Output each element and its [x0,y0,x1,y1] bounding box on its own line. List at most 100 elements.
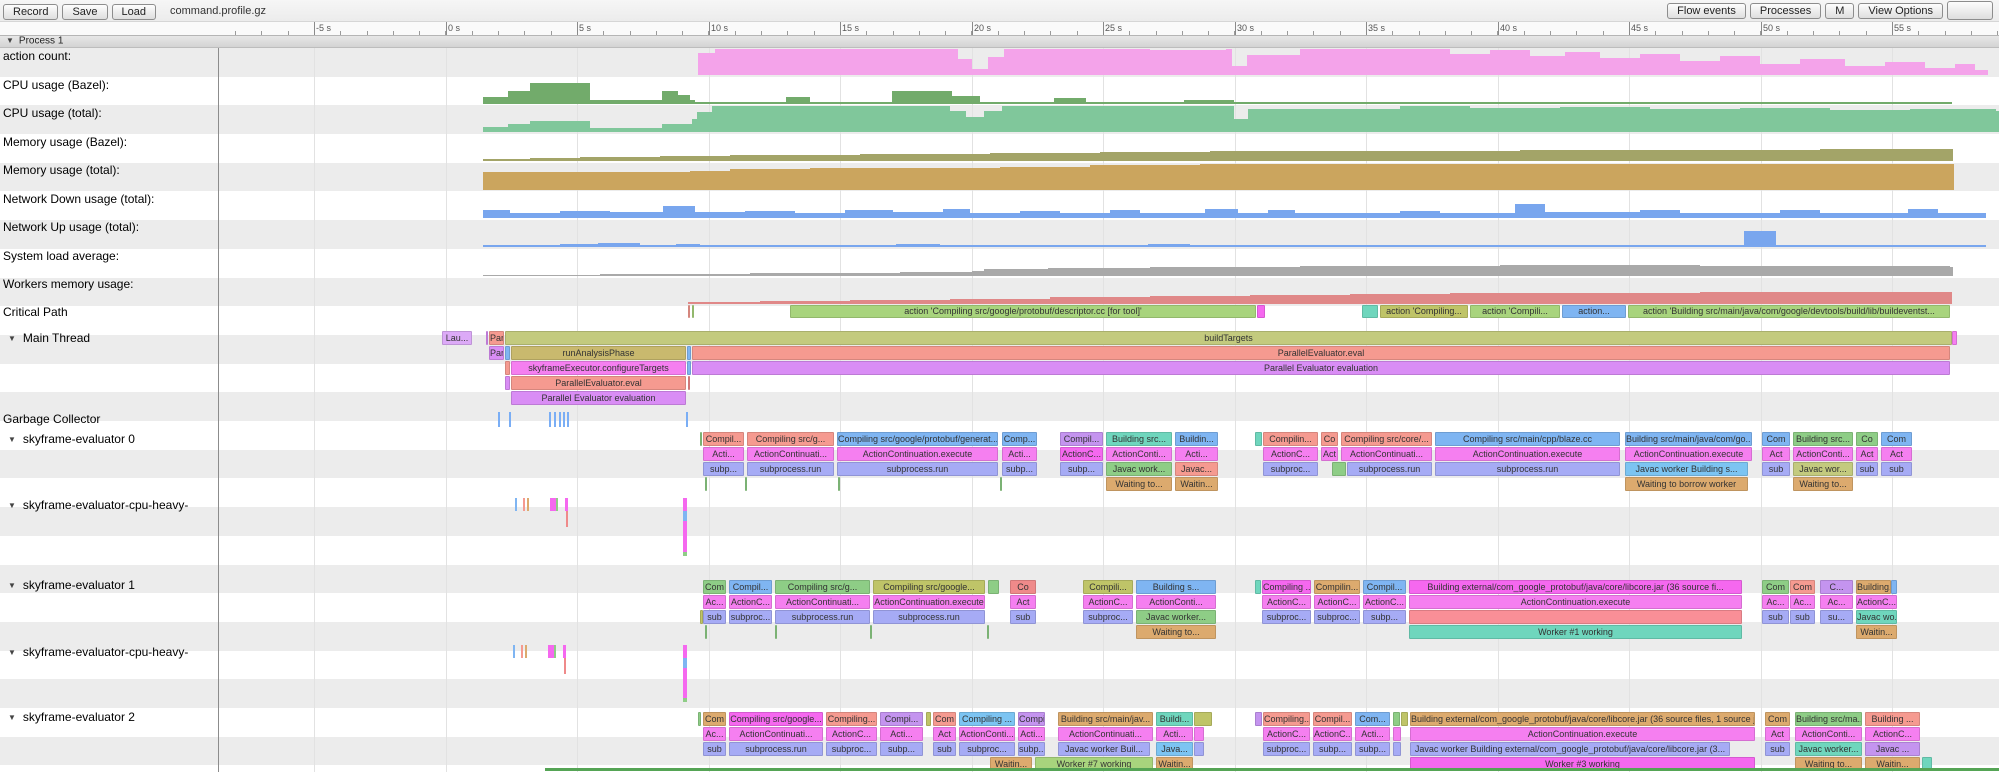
trace-block[interactable] [745,477,747,491]
trace-block[interactable]: ActionContinuati... [747,447,834,461]
row-label-skyframe-evaluator-2[interactable]: ▼skyframe-evaluator 2 [3,711,135,724]
trace-block[interactable]: skyframeExecutor.configureTargets [511,361,686,375]
trace-block[interactable]: Lau... [442,331,472,345]
trace-block[interactable]: Ac... [1790,595,1815,609]
trace-block[interactable]: subproc... [1262,610,1311,624]
trace-block[interactable]: su... [1820,610,1853,624]
tick-mark[interactable] [523,498,525,511]
trace-block[interactable]: subprocess.run [1435,462,1620,476]
trace-block[interactable]: sub [703,742,726,756]
trace-block[interactable]: subp... [1313,742,1352,756]
trace-block[interactable]: Javac worker... [1795,742,1862,756]
trace-block[interactable]: Compiling src/google... [873,580,985,594]
trace-block[interactable] [700,432,702,446]
flow-events-button[interactable]: Flow events [1667,3,1746,19]
trace-block[interactable]: Compiling ... [1262,580,1311,594]
tick-mark[interactable] [559,412,561,427]
trace-block[interactable]: Javac wor... [1793,462,1853,476]
tick-mark[interactable] [515,498,517,511]
trace-block[interactable]: Javac wo... [1856,610,1897,624]
tick-mark[interactable] [527,498,529,511]
trace-block[interactable]: Acti... [1156,727,1193,741]
trace-block[interactable]: sub [933,742,956,756]
trace-block[interactable]: Building external/com_google_protobuf/ja… [1410,712,1755,726]
extra-button[interactable] [1947,1,1993,20]
trace-block[interactable]: ActionConti... [959,727,1015,741]
trace-block[interactable]: ActionContinuati... [1341,447,1432,461]
trace-block[interactable]: Com [1765,712,1790,726]
trace-block[interactable]: runAnalysisPhase [511,346,686,360]
trace-block[interactable]: Co [1010,580,1036,594]
trace-block[interactable]: ActionContinuation.execute [1625,447,1752,461]
trace-block[interactable]: Building ... [1865,712,1920,726]
trace-block[interactable] [838,477,840,491]
processes-button[interactable]: Processes [1750,3,1821,19]
trace-block[interactable]: Compiling src/main/cpp/blaze.cc [1435,432,1620,446]
trace-block[interactable]: Compiling ... [959,712,1015,726]
tick-mark[interactable] [683,552,687,556]
trace-block[interactable] [1401,712,1408,726]
trace-block[interactable]: ActionContinuation.execute [1409,595,1742,609]
trace-block[interactable]: Compiling... [1263,712,1310,726]
trace-block[interactable]: ActionConti... [1795,727,1862,741]
trace-block[interactable]: Building src/main/java/com/go... [1625,432,1752,446]
trace-block[interactable]: Acti... [1175,447,1218,461]
trace-block[interactable] [1194,727,1204,741]
trace-block[interactable]: subproc... [1263,742,1310,756]
time-ruler[interactable]: -5 s0 s5 s10 s15 s20 s25 s30 s35 s40 s45… [0,22,1999,36]
trace-block[interactable]: Building external/com_google_protobuf/ja… [1409,580,1742,594]
trace-block[interactable]: Ac... [703,727,726,741]
trace-block[interactable]: subproc... [826,742,877,756]
trace-block[interactable]: Act [1765,727,1790,741]
trace-block[interactable]: Acti... [1355,727,1390,741]
trace-block[interactable] [1362,305,1378,318]
trace-block[interactable]: ActionC... [1263,727,1310,741]
trace-block[interactable]: Compil... [703,432,744,446]
trace-block[interactable]: ActionContinuati... [729,727,823,741]
trace-block[interactable]: ActionConti... [1793,447,1853,461]
trace-block[interactable] [1891,580,1897,594]
trace-block[interactable]: sub [703,610,726,624]
tick-mark[interactable] [498,412,500,427]
tick-mark[interactable] [683,511,687,521]
trace-block[interactable]: subprocess.run [729,742,823,756]
trace-block[interactable]: Compiling src/google... [729,712,823,726]
trace-block[interactable]: Compili... [1083,580,1133,594]
trace-block[interactable]: subp... [1002,462,1037,476]
trace-block[interactable]: Compiling src/core/... [1341,432,1432,446]
trace-block[interactable] [698,712,701,726]
trace-block[interactable]: Acti... [1018,727,1045,741]
trace-block[interactable] [692,305,694,318]
trace-block[interactable]: Co [1856,432,1878,446]
trace-block[interactable]: Compiling... [826,712,877,726]
trace-block[interactable]: ActionC... [1856,595,1897,609]
tick-mark[interactable] [566,511,568,527]
tick-mark[interactable] [563,412,565,427]
view-options-button[interactable]: View Options [1858,3,1943,19]
trace-block[interactable]: ActionC... [1313,727,1352,741]
tick-mark[interactable] [549,412,551,427]
trace-block[interactable]: Act [1856,447,1878,461]
trace-block[interactable]: subp... [1060,462,1103,476]
trace-block[interactable]: Com [1790,580,1815,594]
trace-block[interactable]: Javac work... [1106,462,1172,476]
tick-mark[interactable] [683,698,687,702]
trace-block[interactable]: Building src/ma... [1795,712,1862,726]
tick-mark[interactable] [683,645,687,658]
trace-block[interactable]: C... [1820,580,1853,594]
trace-block[interactable] [1255,432,1262,446]
tick-mark[interactable] [564,658,566,674]
trace-block[interactable]: Compil... [1060,432,1103,446]
trace-block[interactable]: ActionContinuati... [775,595,870,609]
trace-block[interactable]: sub [1881,462,1912,476]
trace-block[interactable]: ActionC... [1060,447,1103,461]
trace-block[interactable]: subprocess.run [837,462,998,476]
trace-block[interactable]: subp... [1018,742,1045,756]
trace-block[interactable]: Waiting to borrow worker [1625,477,1748,491]
trace-block[interactable] [1000,477,1002,491]
trace-block[interactable]: Parallel Evaluator evaluation [511,391,686,405]
trace-block[interactable]: action 'Compiling... [1380,305,1468,318]
trace-block[interactable] [505,376,510,390]
tick-mark[interactable] [686,412,688,427]
trace-block[interactable] [1332,462,1346,476]
